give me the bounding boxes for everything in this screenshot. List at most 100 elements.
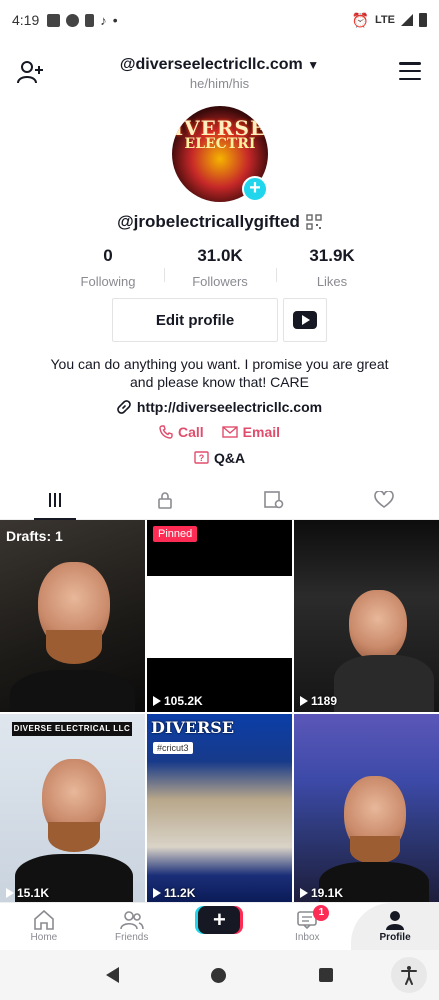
bio-line: and please know that! CARE: [130, 374, 309, 390]
profile-icon: [386, 911, 405, 930]
stat-value: 31.9K: [309, 246, 355, 265]
stat-label: Following: [80, 274, 136, 289]
thumb-face: [349, 590, 407, 662]
recent-apps-icon[interactable]: [318, 968, 333, 982]
thumb-beard: [46, 630, 102, 664]
nav-friends[interactable]: Friends: [88, 903, 176, 950]
thumb-banner: DIVERSE ELECTRICAL LLC: [12, 722, 132, 736]
thumb-beard: [350, 836, 400, 864]
home-button-icon[interactable]: [211, 967, 227, 983]
contact-row: Call Email: [0, 424, 439, 440]
add-avatar-icon[interactable]: +: [242, 176, 268, 202]
tab-tagged[interactable]: [220, 480, 330, 519]
chevron-down-icon: ▼: [307, 58, 320, 72]
tab-private[interactable]: [110, 480, 220, 519]
stat-value: 31.0K: [197, 246, 243, 265]
thumb-tag: #cricut3: [153, 742, 193, 754]
nav-label: Inbox: [295, 932, 320, 943]
stat-likes[interactable]: 31.9K Likes: [276, 246, 388, 289]
call-label: Call: [177, 424, 204, 440]
bottom-navigation: Home Friends + 1 Inbox Profile: [0, 902, 439, 950]
video-thumbnail[interactable]: 1189: [294, 520, 439, 712]
website-link[interactable]: http://diverseelectricllc.com: [0, 399, 439, 415]
thumb-shirt: [10, 670, 135, 712]
account-name: @diverseelectricllc.com: [119, 56, 303, 73]
youtube-icon: [293, 311, 317, 329]
create-button[interactable]: +: [198, 905, 241, 934]
bio-line: You can do anything you want. I promise …: [50, 356, 389, 372]
profile-stats: 0 Following 31.0K Followers 31.9K Likes: [52, 246, 388, 289]
view-count: 1189: [300, 694, 337, 708]
pronouns: he/him/his: [189, 76, 250, 91]
network-type: LTE: [375, 14, 395, 26]
home-icon: [34, 910, 54, 930]
battery-icon: [419, 13, 427, 27]
menu-icon[interactable]: [399, 62, 421, 80]
videos-icon: [48, 492, 61, 507]
thumb-shirt: [334, 655, 434, 712]
system-navigation: [0, 950, 439, 1000]
nav-label: Home: [30, 932, 58, 943]
nav-profile[interactable]: Profile: [351, 903, 439, 950]
qa-label: Q&A: [213, 450, 246, 466]
svg-text:?: ?: [199, 453, 205, 463]
video-thumbnail[interactable]: DIVERSE #cricut3 11.2K: [147, 714, 292, 902]
stat-following[interactable]: 0 Following: [52, 246, 164, 289]
profile-header: @diverseelectricllc.com ▼ he/him/his: [0, 44, 439, 104]
thumb-beard: [48, 822, 100, 852]
edit-profile-button[interactable]: Edit profile: [112, 298, 278, 342]
pinned-badge: Pinned: [153, 526, 198, 542]
qa-icon: ?: [194, 450, 209, 464]
video-thumbnail[interactable]: DIVERSE ELECTRICAL LLC 15.1K: [0, 714, 145, 902]
tab-videos[interactable]: [0, 480, 110, 520]
accessibility-icon[interactable]: [391, 957, 427, 993]
tagged-icon: [264, 490, 284, 508]
email-label: Email: [242, 424, 281, 440]
notification-icons: ♪ •: [47, 12, 118, 28]
nav-create[interactable]: +: [176, 903, 264, 950]
username: @jrobelectricallygifted: [117, 212, 300, 231]
thumb-content: [147, 576, 292, 658]
email-button[interactable]: Email: [221, 424, 281, 440]
view-count: 105.2K: [153, 694, 203, 708]
qr-code-icon[interactable]: [306, 214, 322, 230]
back-icon[interactable]: [106, 967, 120, 983]
tab-liked[interactable]: [329, 480, 439, 519]
drafts-label: Drafts: 1: [6, 528, 63, 544]
nav-label: Profile: [379, 932, 411, 943]
avatar-logo-text-2: ELECTRI: [184, 136, 256, 152]
status-bar: 4:19 ♪ • ⏰ LTE: [0, 0, 439, 40]
nav-inbox[interactable]: 1 Inbox: [263, 903, 351, 950]
friends-icon: [119, 911, 144, 930]
stat-label: Likes: [316, 274, 348, 289]
news-icon: [47, 13, 61, 27]
video-thumbnail[interactable]: 19.1K: [294, 714, 439, 902]
heart-icon: [374, 490, 394, 508]
content-tabs: [0, 480, 439, 520]
view-count: 19.1K: [300, 886, 343, 900]
website-url: http://diverseelectricllc.com: [136, 399, 323, 415]
alarm-icon: ⏰: [351, 11, 370, 28]
phone-icon: [159, 425, 173, 439]
status-time: 4:19: [12, 12, 40, 28]
qa-button[interactable]: ? Q&A: [0, 450, 439, 466]
video-thumbnail[interactable]: Drafts: 1: [0, 520, 145, 712]
play-icon: [153, 696, 161, 706]
nav-home[interactable]: Home: [0, 903, 88, 950]
stat-value: 0: [103, 246, 113, 265]
view-count: 15.1K: [6, 886, 49, 900]
nav-label: Friends: [115, 932, 149, 943]
more-notifications-dot: •: [112, 12, 118, 28]
username-row: @jrobelectricallygifted: [0, 212, 439, 232]
video-thumbnail[interactable]: Pinned 105.2K: [147, 520, 292, 712]
video-grid: Drafts: 1 Pinned 105.2K 1189 DIVERSE ELE…: [0, 520, 439, 902]
avatar-container[interactable]: IVERSE ELECTRI +: [172, 106, 268, 202]
stat-followers[interactable]: 31.0K Followers: [164, 246, 276, 289]
view-count: 11.2K: [153, 886, 195, 900]
youtube-button[interactable]: [283, 298, 327, 342]
account-switcher[interactable]: @diverseelectricllc.com ▼: [0, 56, 439, 74]
bio: You can do anything you want. I promise …: [30, 355, 409, 391]
thumb-banner: DIVERSE: [151, 718, 235, 737]
call-button[interactable]: Call: [159, 424, 204, 440]
alert-icon: [85, 13, 95, 27]
